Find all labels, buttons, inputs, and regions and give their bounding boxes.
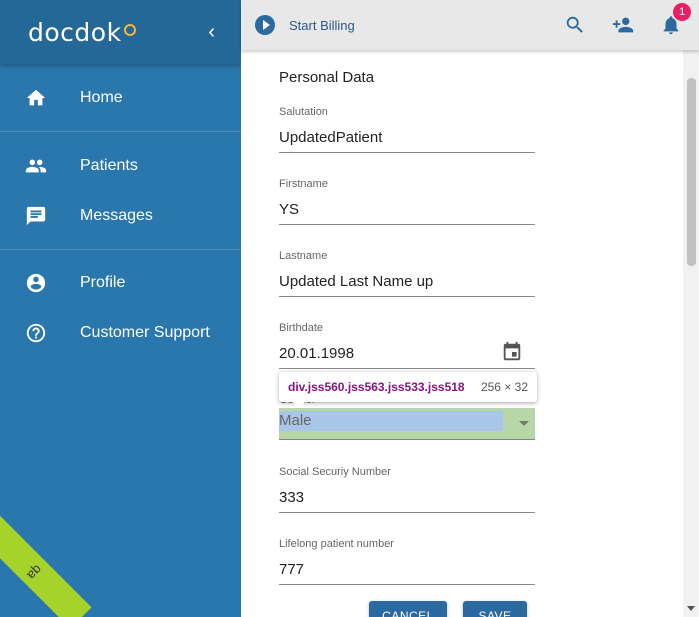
main-content: Personal Data Salutation UpdatedPatient … [241,50,683,617]
lifelong-field[interactable]: Lifelong patient number 777 [279,538,535,585]
collapse-sidebar-button[interactable]: ‹ [208,21,215,44]
sidebar-item-customer-support[interactable]: Customer Support [0,308,241,358]
home-icon [24,86,48,110]
ssn-field[interactable]: Social Securiy Number 333 [279,466,535,513]
salutation-label: Salutation [279,106,328,118]
lifelong-label: Lifelong patient number [279,538,394,550]
tooltip-selector: div.jss560.jss563.jss533.jss518 [288,380,465,394]
add-person-icon[interactable] [611,13,635,37]
sidebar-item-label: Patients [80,157,138,174]
account-circle-icon [24,271,48,295]
lastname-field[interactable]: Lastname Updated Last Name up [279,250,535,297]
dropdown-arrow-icon [519,421,529,426]
topbar: Start Billing 1 [241,0,699,50]
devtools-inspect-tooltip: div.jss560.jss563.jss533.jss518 256 × 32 [279,372,537,408]
tooltip-dimensions: 256 × 32 [480,380,528,394]
nav-group-home: Home [0,64,241,132]
firstname-field[interactable]: Firstname YS [279,178,535,225]
sidebar-item-profile[interactable]: Profile [0,258,241,308]
firstname-input[interactable]: YS [279,195,535,225]
scroll-down-icon[interactable] [687,606,695,611]
nav-group-patients: Patients Messages [0,132,241,250]
cancel-button[interactable]: CANCEL [369,601,447,617]
birthdate-label: Birthdate [279,322,324,334]
ssn-label: Social Securiy Number [279,466,391,478]
salutation-field[interactable]: Salutation UpdatedPatient [279,106,535,153]
calendar-icon[interactable] [501,341,523,363]
birthdate-input[interactable]: 20.01.1998 [279,339,535,369]
lifelong-input[interactable]: 777 [279,555,535,585]
message-icon [24,204,48,228]
lastname-input[interactable]: Updated Last Name up [279,267,535,297]
sidebar-item-label: Profile [80,274,126,291]
sidebar-item-messages[interactable]: Messages [0,191,241,241]
sidebar-item-patients[interactable]: Patients [0,141,241,191]
birthdate-field[interactable]: Birthdate 20.01.1998 [279,322,535,369]
sidebar-item-label: Customer Support [80,324,210,341]
logo-text: docdok [28,17,122,47]
logo-mark-icon [123,24,136,36]
search-icon[interactable] [563,13,587,37]
scrollbar[interactable] [683,0,699,617]
gender-value: Male [279,411,503,431]
environment-ribbon: qa [0,515,92,617]
logo[interactable]: docdok [28,18,136,47]
logo-bar: docdok ‹ [0,0,241,64]
gender-select[interactable]: Male [279,408,535,440]
notifications-icon[interactable]: 1 [659,3,691,37]
people-icon [24,154,48,178]
help-circle-icon [24,321,48,345]
nav-group-profile: Profile Customer Support [0,250,241,366]
sidebar-item-label: Home [80,89,123,106]
environment-label: qa [24,561,46,583]
sidebar-item-label: Messages [80,207,153,224]
play-icon[interactable] [255,15,275,35]
scrollbar-thumb[interactable] [687,78,696,266]
notification-badge: 1 [673,3,691,21]
firstname-label: Firstname [279,178,328,190]
lastname-label: Lastname [279,250,328,262]
sidebar: docdok ‹ Home Patients Messages Profile … [0,0,241,617]
ssn-input[interactable]: 333 [279,483,535,513]
save-button[interactable]: SAVE [463,601,527,617]
section-title: Personal Data [279,69,375,86]
salutation-input[interactable]: UpdatedPatient [279,123,535,153]
sidebar-item-home[interactable]: Home [0,73,241,123]
top-actions: 1 [539,3,691,37]
start-billing-link[interactable]: Start Billing [289,18,355,33]
